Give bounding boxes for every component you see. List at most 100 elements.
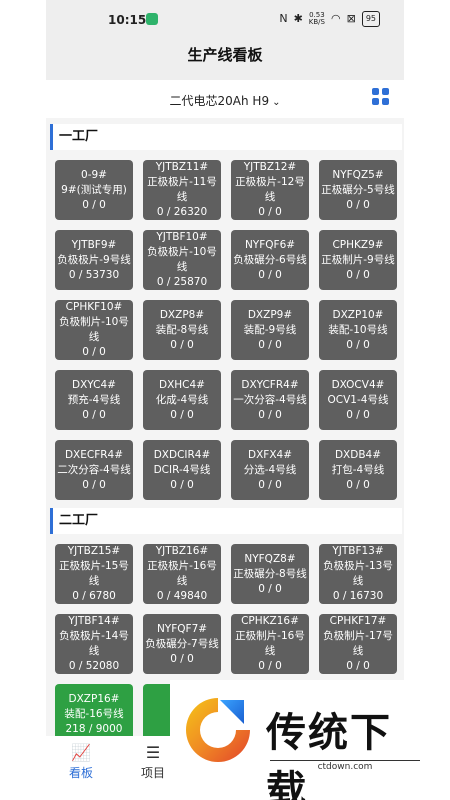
status-icons: N ✱ 0.53 KB/S ◠ ⊠ 95 [279,11,380,27]
line-count: 0 / 0 [346,408,370,421]
line-name: DCIR-4号线 [153,463,211,476]
production-line-tile[interactable]: DXYC4# 预充-4号线 0 / 0 [55,370,133,430]
line-count: 0 / 0 [346,338,370,351]
line-count: 0 / 0 [170,338,194,351]
line-name: 装配-10号线 [328,323,388,336]
line-count: 0 / 0 [82,478,106,491]
line-name: 负极制片-10号线 [59,316,129,343]
line-name: OCV1-4号线 [327,393,389,406]
production-line-tile[interactable]: DXFX4# 分选-4号线 0 / 0 [231,440,309,500]
line-count: 218 / 9000 [65,722,123,735]
line-name: 负极极片-10号线 [147,246,217,273]
grid-view-icon[interactable] [372,88,390,106]
line-name: 负极极片-14号线 [59,630,129,657]
production-line-tile[interactable]: DXOCV4# OCV1-4号线 0 / 0 [319,370,397,430]
production-line-tile[interactable]: YJTBZ11# 正极极片-11号线 0 / 26320 [143,160,221,220]
line-count: 0 / 49840 [156,590,208,602]
production-line-tile[interactable]: DXZP8# 装配-8号线 0 / 0 [143,300,221,360]
line-name: 打包-4号线 [331,463,385,476]
line-code: CPHKZ16# [241,615,299,627]
line-name: 一次分容-4号线 [233,393,307,406]
line-name: 正极极片-15号线 [59,560,129,587]
tab-dashboard[interactable]: 📈 看板 [56,742,106,781]
page-title: 生产线看板 [187,46,263,64]
line-name: 分选-4号线 [243,463,297,476]
line-count: 0 / 0 [258,660,282,672]
production-line-tile[interactable]: YJTBF9# 负极极片-9号线 0 / 53730 [55,230,133,290]
app-header: 生产线看板 [46,38,404,80]
production-line-tile[interactable]: YJTBF13# 负极极片-13号线 0 / 16730 [319,544,397,604]
network-speed: 0.53 KB/S [308,11,325,26]
production-line-tile[interactable]: CPHKZ9# 正极制片-9号线 0 / 0 [319,230,397,290]
production-line-tile[interactable]: NYFQZ5# 正极碾分-5号线 0 / 0 [319,160,397,220]
line-name: 负极碾分-6号线 [233,253,307,266]
production-line-tile[interactable]: NYFQF7# 负极碾分-7号线 0 / 0 [143,614,221,674]
line-code: YJTBF9# [71,238,117,251]
production-line-tile[interactable]: DXYCFR4# 一次分容-4号线 0 / 0 [231,370,309,430]
tab-projects-label: 项目 [140,766,165,780]
line-code: DXHC4# [159,378,205,391]
line-name: 正极制片-16号线 [235,630,305,657]
line-name: 负极极片-13号线 [323,560,393,587]
line-name: 装配-8号线 [155,323,209,336]
production-line-tile[interactable]: CPHKF17# 负极制片-17号线 0 / 0 [319,614,397,674]
watermark-logo: 传统下载 ctdown.com [170,680,430,800]
line-name: 正极碾分-8号线 [233,567,307,580]
line-count: 0 / 0 [258,206,282,218]
line-code: YJTBZ16# [155,545,209,557]
chart-icon: 📈 [71,743,91,762]
battery-level: 95 [361,11,380,27]
line-name: 二次分容-4号线 [57,463,131,476]
line-code: NYFQZ8# [244,552,296,565]
nfc-icon: N [279,12,288,25]
line-count: 0 / 0 [258,478,282,491]
production-line-tile[interactable]: DXDCIR4# DCIR-4号线 0 / 0 [143,440,221,500]
production-line-tile[interactable]: YJTBF10# 负极极片-10号线 0 / 25870 [143,230,221,290]
line-code: CPHKF10# [65,301,123,313]
line-name: 正极极片-11号线 [147,176,217,203]
line-count: 0 / 0 [258,268,282,281]
status-time: 10:15 [108,13,147,27]
line-count: 0 / 0 [258,582,282,595]
line-code: YJTBZ12# [243,161,297,173]
wifi-icon: ◠ [330,12,341,25]
line-name: 化成-4号线 [155,393,209,406]
line-code: CPHKF17# [329,615,387,627]
production-line-tile[interactable]: DXZP16# 装配-16号线 218 / 9000 [55,684,133,744]
line-code: DXYCFR4# [241,378,299,391]
line-count: 0 / 25870 [156,276,208,288]
line-code: NYFQF7# [156,622,208,635]
production-line-tile[interactable]: YJTBF14# 负极极片-14号线 0 / 52080 [55,614,133,674]
production-line-tile[interactable]: CPHKF10# 负极制片-10号线 0 / 0 [55,300,133,360]
production-line-tile[interactable]: DXZP9# 装配-9号线 0 / 0 [231,300,309,360]
line-name: 正极制片-9号线 [321,253,395,266]
watermark-url: ctdown.com [270,760,420,772]
production-line-tile[interactable]: 0-9# 9#(测试专用) 0 / 0 [55,160,133,220]
product-selector[interactable]: 二代电芯20Ah H9 ⌄ [46,92,404,109]
production-line-tile[interactable]: NYFQF6# 负极碾分-6号线 0 / 0 [231,230,309,290]
line-code: DXDB4# [334,448,382,461]
line-count: 0 / 0 [346,268,370,281]
line-count: 0 / 0 [82,346,106,358]
line-count: 0 / 0 [346,660,370,672]
line-name: 正极极片-16号线 [147,560,217,587]
production-line-tile[interactable]: NYFQZ8# 正极碾分-8号线 0 / 0 [231,544,309,604]
line-code: DXZP16# [68,692,120,705]
production-line-tile[interactable]: DXHC4# 化成-4号线 0 / 0 [143,370,221,430]
line-count: 0 / 0 [82,408,106,421]
section-header-factory-2: 二工厂 [50,508,402,534]
production-line-tile[interactable]: DXECFR4# 二次分容-4号线 0 / 0 [55,440,133,500]
production-line-tile[interactable]: YJTBZ15# 正极极片-15号线 0 / 6780 [55,544,133,604]
line-name: 9#(测试专用) [61,183,127,196]
production-line-tile[interactable]: YJTBZ12# 正极极片-12号线 0 / 0 [231,160,309,220]
line-code: DXZP8# [159,308,205,321]
tab-dashboard-label: 看板 [68,766,93,780]
production-line-tile[interactable]: DXDB4# 打包-4号线 0 / 0 [319,440,397,500]
line-code: YJTBF13# [332,545,384,557]
production-line-tile[interactable]: CPHKZ16# 正极制片-16号线 0 / 0 [231,614,309,674]
line-count: 0 / 0 [170,408,194,421]
line-name: 负极制片-17号线 [323,630,393,657]
production-line-tile[interactable]: YJTBZ16# 正极极片-16号线 0 / 49840 [143,544,221,604]
production-line-tile[interactable]: DXZP10# 装配-10号线 0 / 0 [319,300,397,360]
line-count: 0 / 0 [170,478,194,491]
